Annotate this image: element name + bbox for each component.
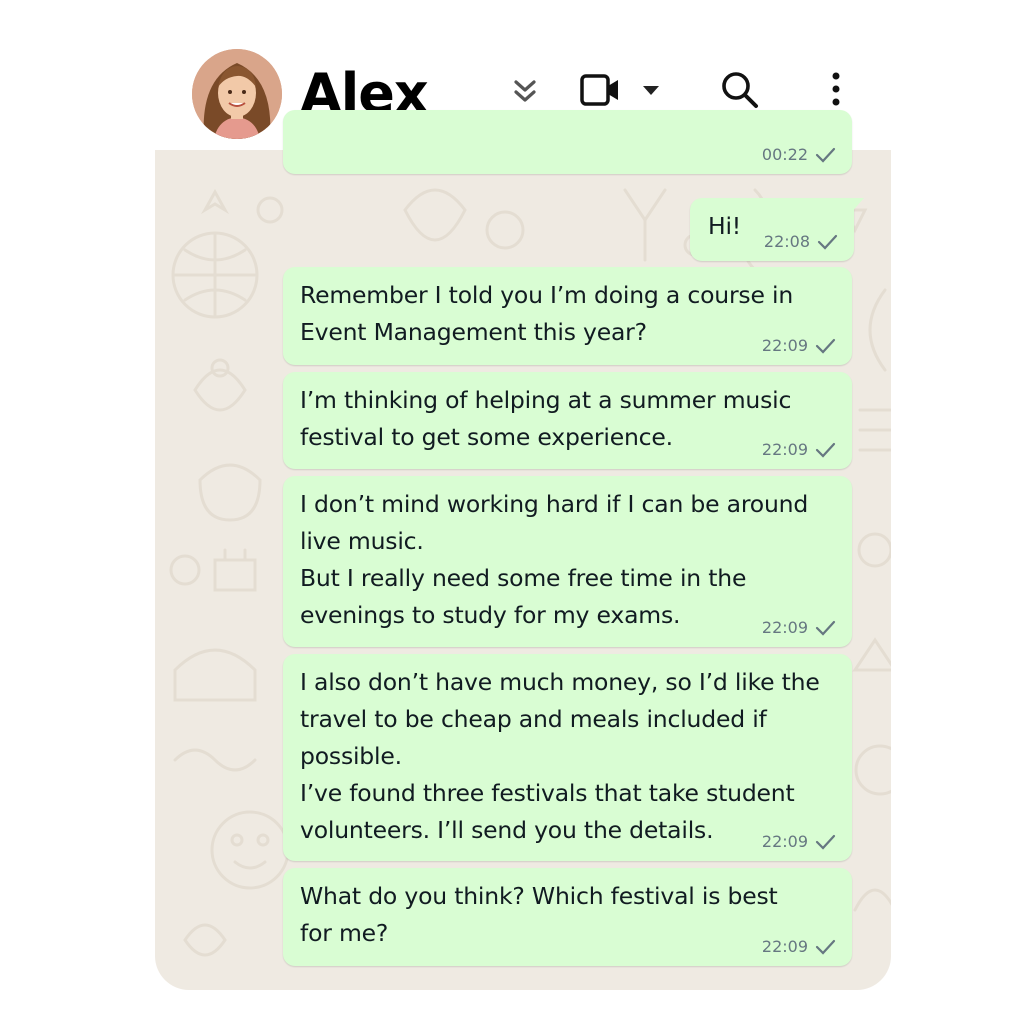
video-camera-icon[interactable] <box>578 68 622 112</box>
single-check-icon <box>815 147 836 163</box>
message-time: 22:09 <box>761 832 808 851</box>
message-time: 22:09 <box>761 937 808 956</box>
message-time: 00:22 <box>761 145 808 164</box>
avatar-photo <box>192 49 282 139</box>
message-meta: 22:09 <box>762 440 836 459</box>
message-bubble[interactable]: Remember I told you I’m doing a course i… <box>283 267 852 365</box>
message-meta: 22:09 <box>762 937 836 956</box>
single-check-icon <box>815 338 836 354</box>
single-check-icon <box>815 620 836 636</box>
dropdown-caret-icon[interactable] <box>638 68 664 112</box>
chevrons-down-icon[interactable] <box>504 68 546 112</box>
message-bubble[interactable]: Hi! 22:08 <box>690 198 864 261</box>
message-meta: 22:09 <box>762 832 836 851</box>
message-bubble[interactable]: I don’t mind working hard if I can be ar… <box>283 476 852 647</box>
message-time: 22:09 <box>761 440 808 459</box>
message-text: Remember I told you I’m doing a course i… <box>300 281 794 346</box>
bubble-tail <box>850 198 864 214</box>
single-check-icon <box>815 834 836 850</box>
more-vertical-icon[interactable] <box>816 68 856 112</box>
message-text: What do you think? Which festival is bes… <box>300 882 778 947</box>
single-check-icon <box>815 442 836 458</box>
search-icon[interactable] <box>718 68 762 112</box>
message-text: I’m thinking of helping at a summer musi… <box>300 386 792 451</box>
message-time: 22:09 <box>761 618 808 637</box>
single-check-icon <box>815 939 836 955</box>
message-bubble[interactable]: What do you think? Which festival is bes… <box>283 868 852 966</box>
message-meta: 22:09 <box>762 618 836 637</box>
message-time: 22:09 <box>761 336 808 355</box>
message-meta: 00:22 <box>762 145 836 164</box>
message-bubble[interactable]: I also don’t have much money, so I’d lik… <box>283 654 852 861</box>
message-bubble[interactable]: 00:22 <box>283 110 852 174</box>
message-meta: 22:09 <box>762 336 836 355</box>
message-text: I also don’t have much money, so I’d lik… <box>300 668 820 844</box>
message-time: 22:08 <box>763 232 810 251</box>
contact-avatar[interactable] <box>192 49 282 139</box>
single-check-icon <box>817 234 838 250</box>
message-meta: 22:08 <box>764 232 838 251</box>
message-text: I don’t mind working hard if I can be ar… <box>300 490 809 629</box>
message-bubble[interactable]: I’m thinking of helping at a summer musi… <box>283 372 852 469</box>
